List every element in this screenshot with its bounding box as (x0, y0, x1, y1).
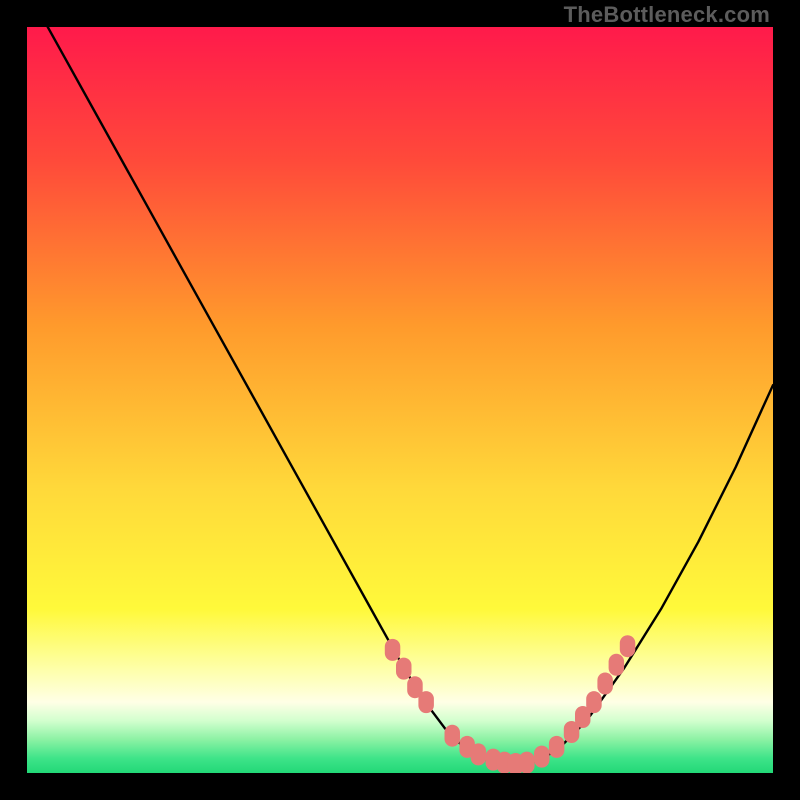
sample-marker (445, 725, 461, 747)
sample-marker (549, 736, 565, 758)
plot-area (27, 27, 773, 773)
sample-marker (586, 691, 602, 713)
sample-marker (609, 654, 625, 676)
sample-marker (418, 691, 434, 713)
sample-marker (597, 673, 613, 695)
sample-marker (519, 752, 535, 773)
sample-marker (620, 635, 636, 657)
sample-marker (534, 746, 550, 768)
watermark-text: TheBottleneck.com (564, 2, 770, 28)
sample-marker (471, 743, 487, 765)
chart-frame: TheBottleneck.com (0, 0, 800, 800)
sample-marker (385, 639, 401, 661)
sample-marker (396, 658, 412, 680)
chart-svg (27, 27, 773, 773)
